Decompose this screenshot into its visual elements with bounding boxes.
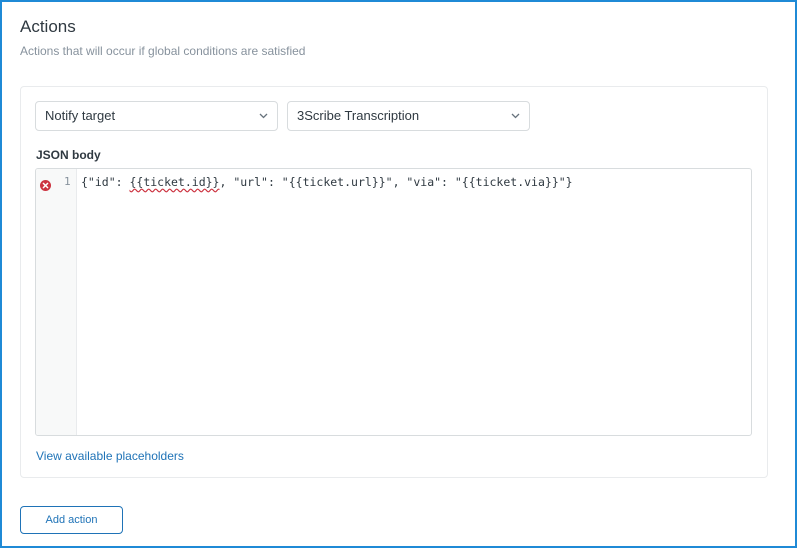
action-card: Notify target 3Scribe Transcription JSON…	[20, 86, 768, 478]
view-placeholders-link[interactable]: View available placeholders	[36, 449, 184, 463]
action-type-value: Notify target	[45, 108, 116, 123]
action-type-select[interactable]: Notify target	[35, 101, 278, 131]
line-number: 1	[64, 175, 71, 188]
code-line[interactable]: {"id": {{ticket.id}}, "url": "{{ticket.u…	[81, 175, 573, 189]
section-title: Actions	[20, 17, 76, 36]
json-body-label: JSON body	[36, 148, 101, 162]
chevron-down-icon	[258, 102, 268, 130]
code-text-before: {"id":	[81, 175, 130, 189]
actions-panel: Actions Actions that will occur if globa…	[0, 0, 797, 548]
action-target-select[interactable]: 3Scribe Transcription	[287, 101, 530, 131]
error-circle-icon[interactable]	[40, 178, 51, 191]
add-action-button[interactable]: Add action	[20, 506, 123, 534]
json-body-editor[interactable]: 1 {"id": {{ticket.id}}, "url": "{{ticket…	[35, 168, 752, 436]
section-subtitle: Actions that will occur if global condit…	[20, 44, 306, 58]
code-text-after: , "url": "{{ticket.url}}", "via": "{{tic…	[219, 175, 573, 189]
action-target-value: 3Scribe Transcription	[297, 108, 420, 123]
chevron-down-icon	[510, 102, 520, 130]
code-error-token: {{ticket.id}}	[129, 175, 220, 189]
editor-gutter: 1	[36, 169, 77, 435]
